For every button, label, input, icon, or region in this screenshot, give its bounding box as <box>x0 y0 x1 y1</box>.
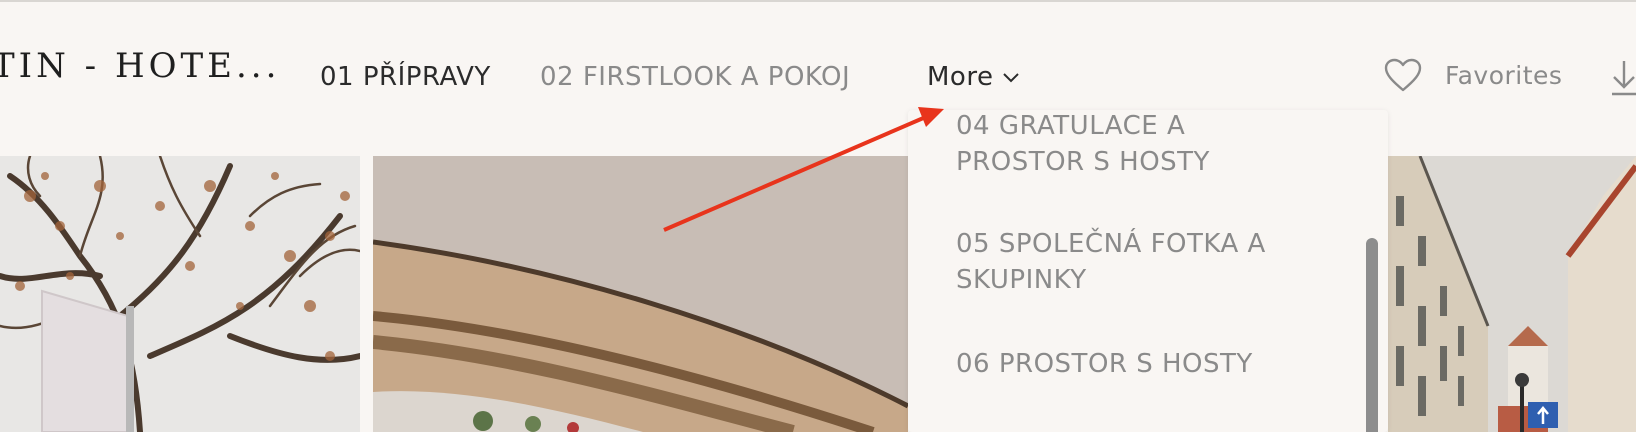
favorites-label: Favorites <box>1445 60 1563 90</box>
more-dropdown-menu: 04 GRATULACE A PROSTOR S HOSTY 05 SPOLEČ… <box>908 110 1388 432</box>
dropdown-item-prostor[interactable]: 06 PROSTOR S HOSTY <box>956 346 1253 382</box>
photo-image <box>373 156 908 432</box>
dropdown-item-gratulace[interactable]: 04 GRATULACE A PROSTOR S HOSTY <box>956 110 1210 180</box>
photo-image <box>0 156 360 432</box>
dropdown-item-line: 06 PROSTOR S HOSTY <box>956 349 1253 379</box>
dropdown-item-line: 05 SPOLEČNÁ FOTKA A <box>956 229 1266 259</box>
gallery-title: TIN - HOTE... <box>0 46 281 86</box>
dropdown-item-spolecna-fotka[interactable]: 05 SPOLEČNÁ FOTKA A SKUPINKY <box>956 226 1266 298</box>
more-label: More <box>927 62 994 92</box>
more-menu-button[interactable]: More <box>927 62 1021 92</box>
dropdown-item-line: PROSTOR S HOSTY <box>956 147 1210 177</box>
dropdown-item-line: 04 GRATULACE A <box>956 111 1186 141</box>
heart-icon <box>1384 58 1422 92</box>
dropdown-item-line: SKUPINKY <box>956 265 1087 295</box>
photo-image <box>1388 156 1636 432</box>
chevron-down-icon <box>1003 73 1020 83</box>
nav-item-firstlook[interactable]: 02 FIRSTLOOK A POKOJ <box>540 62 850 92</box>
gallery-photo[interactable] <box>373 156 908 432</box>
nav-item-pripravy[interactable]: 01 PŘÍPRAVY <box>320 62 491 92</box>
gallery-header: TIN - HOTE... 01 PŘÍPRAVY 02 FIRSTLOOK A… <box>0 2 1636 156</box>
gallery-photo[interactable] <box>0 156 360 432</box>
gallery-photo[interactable] <box>1388 156 1636 432</box>
favorites-button[interactable]: Favorites <box>1383 57 1562 93</box>
dropdown-scrollbar[interactable] <box>1366 238 1378 432</box>
download-icon[interactable] <box>1610 59 1636 97</box>
